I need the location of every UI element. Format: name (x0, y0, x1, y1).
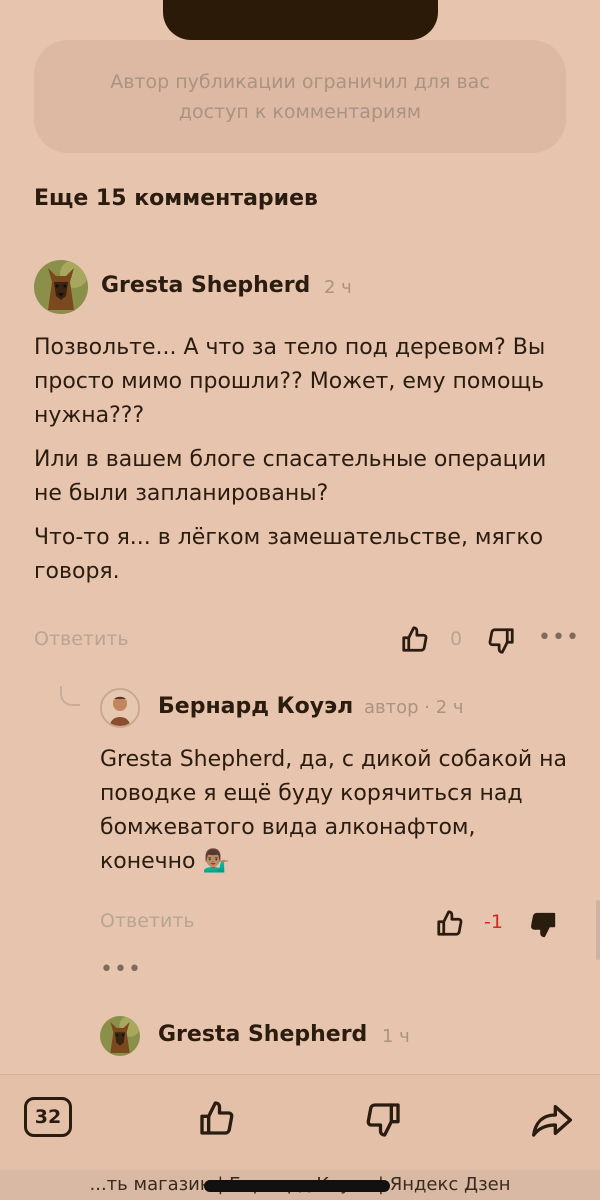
thumbs-up-icon[interactable] (435, 908, 465, 942)
comment-paragraph: Или в вашем блоге спасательные операции … (34, 447, 547, 506)
reply-meta: автор · 2 ч (364, 697, 464, 718)
restriction-text: Автор публикации ограничил для вас досту… (110, 70, 490, 123)
reply-body: Gresta Shepherd, да, с дикой собакой на … (100, 747, 568, 874)
thumbs-up-icon[interactable] (197, 1098, 237, 1142)
reply-button[interactable]: Ответить (100, 910, 195, 932)
thumbs-down-icon[interactable] (363, 1100, 403, 1144)
thumbs-down-filled-icon[interactable] (528, 910, 558, 944)
phone-notch (163, 0, 438, 40)
scrollbar[interactable] (596, 900, 600, 960)
comments-count: 32 (34, 1106, 62, 1128)
redaction-bar (204, 1180, 390, 1192)
more-dots-icon[interactable]: ••• (538, 627, 580, 649)
comments-count-button[interactable]: 32 (24, 1097, 72, 1137)
avatar-gresta-shepherd[interactable] (34, 260, 88, 314)
share-arrow-icon[interactable] (530, 1100, 574, 1144)
avatar-bernard-kouel[interactable] (100, 688, 140, 728)
comment-author[interactable]: Gresta Shepherd (158, 1022, 367, 1047)
like-count: -1 (484, 911, 503, 933)
comment-paragraph: Что-то я... в лёгком замешательстве, мяг… (34, 525, 544, 584)
thread-connector (60, 686, 80, 706)
more-dots-icon[interactable]: ••• (100, 959, 142, 981)
thumbs-up-icon[interactable] (400, 624, 430, 658)
thumbs-down-icon[interactable] (486, 626, 516, 660)
reply-author[interactable]: Бернард Коуэл (158, 694, 353, 719)
comment-time: 1 ч (382, 1026, 410, 1047)
avatar-gresta-shepherd[interactable] (100, 1016, 140, 1056)
like-count: 0 (450, 628, 463, 650)
more-comments-link[interactable]: Еще 15 комментариев (34, 186, 318, 211)
comment-author[interactable]: Gresta Shepherd (101, 273, 310, 298)
comment-body: Позвольте... А что за тело под деревом? … (34, 331, 554, 599)
bottom-action-bar (0, 1074, 600, 1170)
comments-restricted-notice: Автор публикации ограничил для вас досту… (34, 40, 566, 153)
reply-button[interactable]: Ответить (34, 628, 129, 650)
comment-paragraph: Позвольте... А что за тело под деревом? … (34, 335, 546, 428)
comment-time: 2 ч (324, 277, 352, 298)
